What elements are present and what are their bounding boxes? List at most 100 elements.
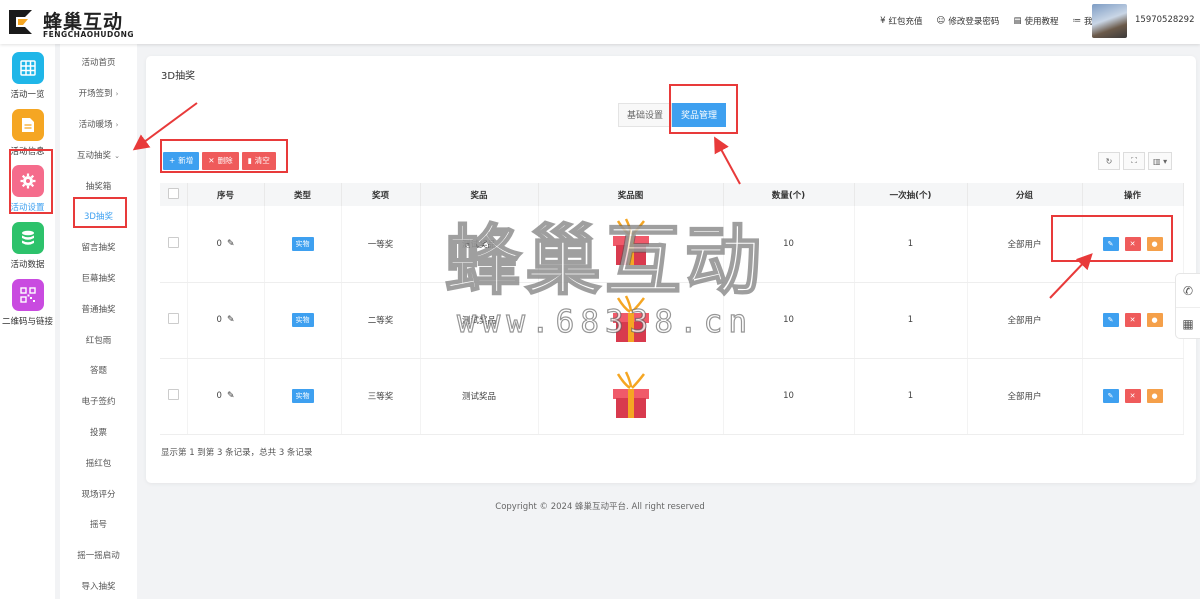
main-panel: 3D抽奖 基础设置 奖品管理 + 新增 ✕ 删除 ▮ 清空 ↻ ⛶ ▥ ▾ 序号 类型… bbox=[146, 56, 1196, 483]
sub-menu: 活动首页 开场签到 › 活动暖场 › 互动抽奖 ⌄ 抽奖箱 3D抽奖 留言抽奖 巨幕抽… bbox=[60, 44, 137, 599]
column-header[interactable]: 一次抽(个) bbox=[854, 183, 968, 206]
submenu-item[interactable]: 红包雨 bbox=[60, 334, 137, 346]
prize-name: 测试奖品 bbox=[420, 282, 539, 359]
submenu-item[interactable]: 普通抽奖 bbox=[60, 303, 137, 315]
select-all-checkbox[interactable] bbox=[167, 187, 179, 199]
trash-icon: ▮ bbox=[247, 156, 252, 165]
column-header[interactable]: 数量(个) bbox=[723, 183, 855, 206]
plus-icon: + bbox=[169, 156, 176, 165]
list-icon: ≔ bbox=[1072, 16, 1081, 26]
chevron-right-icon: › bbox=[115, 121, 119, 129]
edit-icon[interactable]: ✎ bbox=[1102, 389, 1119, 403]
pencil-icon[interactable]: ✎ bbox=[227, 315, 235, 325]
column-header[interactable]: 分组 bbox=[967, 183, 1083, 206]
topnav-tutorial[interactable]: ▤ 使用教程 bbox=[1013, 15, 1058, 27]
submenu-item[interactable]: 互动抽奖 ⌄ bbox=[60, 149, 137, 161]
close-icon[interactable]: ✕ bbox=[1124, 313, 1141, 327]
table-row: 0 ✎ 实物 一等奖 测试奖品 10 1 全部用户 ✎ ✕ ● bbox=[160, 206, 1184, 283]
submenu-item[interactable]: 开场签到 › bbox=[60, 87, 137, 99]
grid-icon bbox=[11, 52, 44, 84]
column-header[interactable]: 奖品 bbox=[420, 183, 539, 206]
column-header[interactable]: 操作 bbox=[1082, 183, 1184, 206]
qrcode-icon[interactable]: ▦ bbox=[1176, 307, 1200, 340]
submenu-item[interactable]: 摇红包 bbox=[60, 457, 137, 469]
user-phone[interactable]: 15970528292 bbox=[1135, 15, 1195, 25]
submenu-item[interactable]: 答题 bbox=[60, 364, 137, 376]
submenu-item[interactable]: 留言抽奖 bbox=[60, 241, 137, 253]
tab-basic-settings[interactable]: 基础设置 bbox=[618, 103, 673, 127]
topnav-recharge[interactable]: ¥ 红包充值 bbox=[880, 15, 922, 27]
page-title: 3D抽奖 bbox=[161, 71, 196, 82]
leftbar-activity-data[interactable]: 活动数据 bbox=[0, 222, 55, 270]
left-icon-bar: 活动一览 活动信息 活动设置 活动数据 二维码与链接 bbox=[0, 44, 55, 599]
document-icon bbox=[11, 109, 44, 141]
top-nav: ¥红包充值 ☺修改登录密码 ▤使用教程 ≔我的活动 bbox=[880, 15, 1118, 27]
row-checkbox[interactable] bbox=[167, 236, 179, 248]
submenu-item[interactable]: 摇一摇启动 bbox=[60, 549, 137, 561]
submenu-item-3d-lottery[interactable]: 3D抽奖 bbox=[60, 210, 137, 222]
submenu-item[interactable]: 抽奖箱 bbox=[60, 180, 137, 192]
pencil-icon[interactable]: ✎ bbox=[227, 391, 235, 401]
user-icon[interactable]: ● bbox=[1146, 389, 1163, 403]
topnav-change-password[interactable]: ☺ 修改登录密码 bbox=[937, 15, 1000, 27]
yen-icon: ¥ bbox=[880, 16, 886, 26]
refresh-icon[interactable]: ↻ bbox=[1098, 152, 1120, 170]
column-header[interactable]: 类型 bbox=[264, 183, 342, 206]
submenu-item[interactable]: 投票 bbox=[60, 426, 137, 438]
leftbar-activity-settings[interactable]: 活动设置 bbox=[0, 165, 55, 213]
table-row: 0 ✎ 实物 三等奖 测试奖品 10 1 全部用户 ✎ ✕ ● bbox=[160, 358, 1184, 435]
column-header[interactable]: 奖品图 bbox=[538, 183, 724, 206]
type-badge: 实物 bbox=[291, 389, 314, 403]
gift-box-icon bbox=[604, 217, 658, 267]
pagination-info: 显示第 1 到第 3 条记录，总共 3 条记录 bbox=[161, 448, 313, 458]
top-bar: 蜂巢互动 FENGCHAOHUDONG ¥ 红包充值 ☺ 修改登录密码 ▤ 使用教程 … bbox=[0, 0, 1200, 44]
leftbar-activity-overview[interactable]: 活动一览 bbox=[0, 52, 55, 100]
gift-box-icon bbox=[604, 294, 658, 344]
prize-name: 测试奖品 bbox=[420, 358, 539, 435]
submenu-item[interactable]: 巨幕抽奖 bbox=[60, 272, 137, 284]
fullscreen-icon[interactable]: ⛶ bbox=[1123, 152, 1145, 170]
close-icon[interactable]: ✕ bbox=[1124, 236, 1141, 251]
row-checkbox[interactable] bbox=[167, 389, 179, 400]
database-icon bbox=[11, 222, 44, 254]
pencil-icon[interactable]: ✎ bbox=[227, 239, 235, 249]
brand-logo[interactable]: 蜂巢互动 FENGCHAOHUDONG bbox=[6, 6, 136, 40]
floating-contact-bar: ✆ ▦ bbox=[1175, 273, 1200, 339]
user-icon[interactable]: ● bbox=[1146, 313, 1163, 327]
column-header[interactable]: 奖项 bbox=[341, 183, 421, 206]
submenu-item[interactable]: 活动暖场 › bbox=[60, 118, 137, 130]
submenu-item[interactable]: 活动首页 bbox=[60, 56, 137, 68]
table-header: 序号 类型 奖项 奖品 奖品图 数量(个) 一次抽(个) 分组 操作 bbox=[160, 183, 1184, 206]
phone-icon[interactable]: ✆ bbox=[1176, 274, 1200, 307]
edit-icon[interactable]: ✎ bbox=[1102, 236, 1119, 251]
submenu-item[interactable]: 摇号 bbox=[60, 518, 137, 530]
doc-icon: ▤ bbox=[1013, 16, 1022, 26]
clear-button[interactable]: ▮ 清空 bbox=[241, 152, 276, 170]
brand-sub: FENGCHAOHUDONG bbox=[43, 30, 135, 39]
type-badge: 实物 bbox=[291, 236, 314, 251]
submenu-item[interactable]: 导入抽奖 bbox=[60, 580, 137, 592]
columns-icon[interactable]: ▥ ▾ bbox=[1148, 152, 1173, 170]
prize-level: 三等奖 bbox=[341, 358, 421, 435]
prize-level: 二等奖 bbox=[341, 282, 421, 359]
user-key-icon: ☺ bbox=[936, 16, 946, 26]
chevron-down-icon: ⌄ bbox=[114, 152, 120, 160]
row-checkbox[interactable] bbox=[167, 313, 179, 324]
leftbar-qrcode-links[interactable]: 二维码与链接 bbox=[0, 279, 55, 327]
add-button[interactable]: + 新增 bbox=[163, 152, 200, 170]
leftbar-activity-info[interactable]: 活动信息 bbox=[0, 109, 55, 157]
type-badge: 实物 bbox=[291, 313, 314, 327]
submenu-item[interactable]: 现场评分 bbox=[60, 488, 137, 500]
column-header[interactable]: 序号 bbox=[187, 183, 265, 206]
user-icon[interactable]: ● bbox=[1146, 236, 1163, 251]
prize-level: 一等奖 bbox=[341, 206, 421, 283]
submenu-item[interactable]: 电子签约 bbox=[60, 395, 137, 407]
avatar[interactable] bbox=[1092, 4, 1127, 38]
delete-button[interactable]: ✕ 删除 bbox=[202, 152, 239, 170]
tab-prize-management[interactable]: 奖品管理 bbox=[672, 103, 727, 127]
gift-box-icon bbox=[604, 370, 658, 420]
close-icon[interactable]: ✕ bbox=[1124, 389, 1141, 403]
edit-icon[interactable]: ✎ bbox=[1102, 313, 1119, 327]
qrcode-icon bbox=[11, 279, 44, 311]
table-row: 0 ✎ 实物 二等奖 测试奖品 10 1 全部用户 ✎ ✕ ● bbox=[160, 282, 1184, 359]
